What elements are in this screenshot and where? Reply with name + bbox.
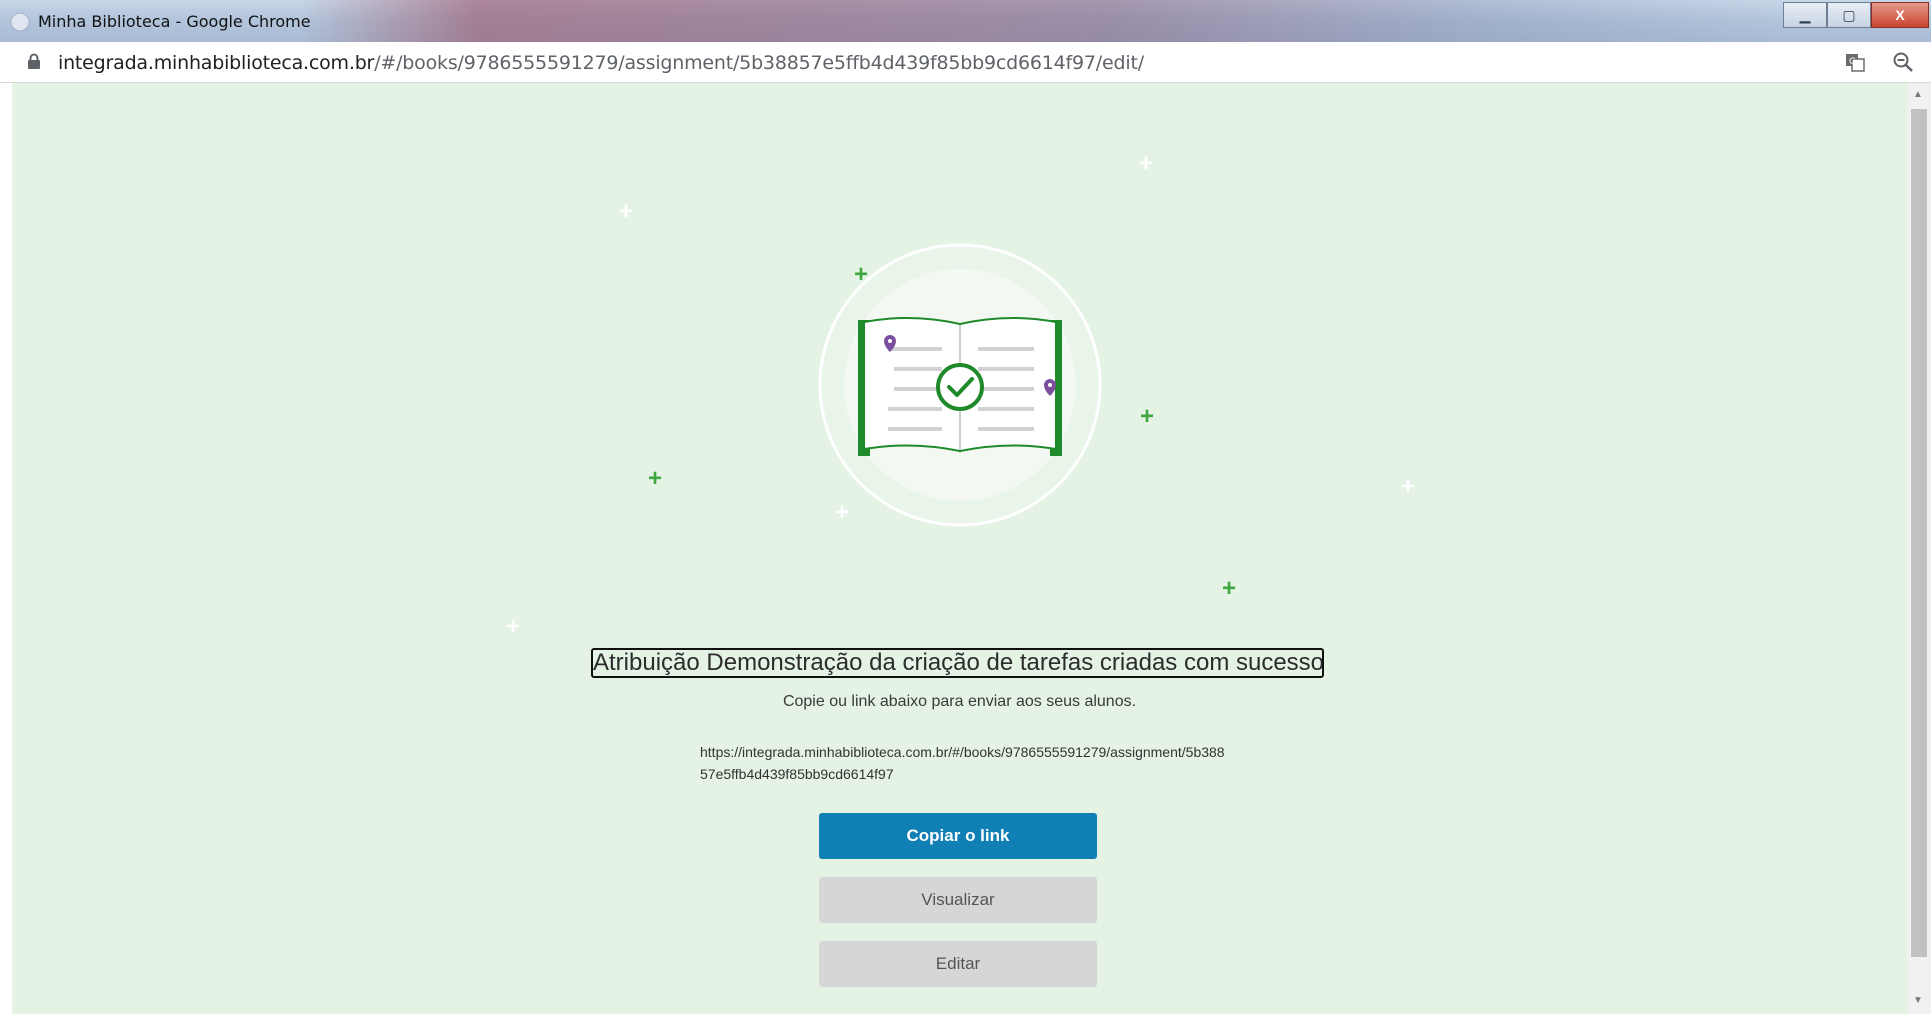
sparkle-plus-icon: + xyxy=(1139,150,1154,177)
svg-text:G: G xyxy=(1849,57,1856,67)
sparkle-plus-icon: + xyxy=(1222,575,1237,602)
maximize-button[interactable]: ▢ xyxy=(1827,2,1871,28)
view-button[interactable]: Visualizar xyxy=(819,877,1097,923)
address-bar[interactable]: integrada.minhabiblioteca.com.br/#/books… xyxy=(0,42,1931,83)
url-host: integrada.minhabiblioteca.com.br xyxy=(58,52,375,74)
copy-link-button[interactable]: Copiar o link xyxy=(819,813,1097,859)
edit-button[interactable]: Editar xyxy=(819,941,1097,987)
translate-icon[interactable]: G xyxy=(1844,51,1866,73)
copy-instructions: Copie ou link abaixo para enviar aos seu… xyxy=(782,693,1137,710)
zoom-out-icon[interactable] xyxy=(1892,51,1914,73)
url-text[interactable]: integrada.minhabiblioteca.com.br/#/books… xyxy=(58,52,1144,74)
close-button[interactable]: X xyxy=(1871,2,1929,28)
vertical-scrollbar[interactable]: ▲ ▼ xyxy=(1907,83,1931,1014)
window-controls: ▁ ▢ X xyxy=(1783,2,1929,28)
success-headline: Atribuição Demonstração da criação de ta… xyxy=(591,648,1324,678)
sparkle-plus-icon: + xyxy=(506,613,521,640)
sparkle-plus-icon: + xyxy=(648,465,663,492)
lock-icon xyxy=(28,53,40,69)
scroll-up-icon[interactable]: ▲ xyxy=(1913,89,1923,100)
window-title-bar: Minha Biblioteca - Google Chrome ▁ ▢ X xyxy=(0,0,1931,42)
assignment-link[interactable]: https://integrada.minhabiblioteca.com.br… xyxy=(700,741,1230,785)
window-title: Minha Biblioteca - Google Chrome xyxy=(38,12,311,31)
book-check-icon xyxy=(818,243,1102,527)
chrome-icon xyxy=(10,12,30,32)
title-bar-tint xyxy=(300,0,1780,42)
scroll-down-icon[interactable]: ▼ xyxy=(1913,995,1923,1006)
page-content: + + + + + + + + + Atribuição Demonstraçã… xyxy=(12,83,1907,1014)
url-path: /#/books/9786555591279/assignment/5b3885… xyxy=(374,52,1144,74)
minimize-button[interactable]: ▁ xyxy=(1783,2,1827,28)
sparkle-plus-icon: + xyxy=(1401,473,1416,500)
sparkle-plus-icon: + xyxy=(619,198,634,225)
scroll-thumb[interactable] xyxy=(1911,109,1927,957)
sparkle-plus-icon: + xyxy=(1140,403,1155,430)
